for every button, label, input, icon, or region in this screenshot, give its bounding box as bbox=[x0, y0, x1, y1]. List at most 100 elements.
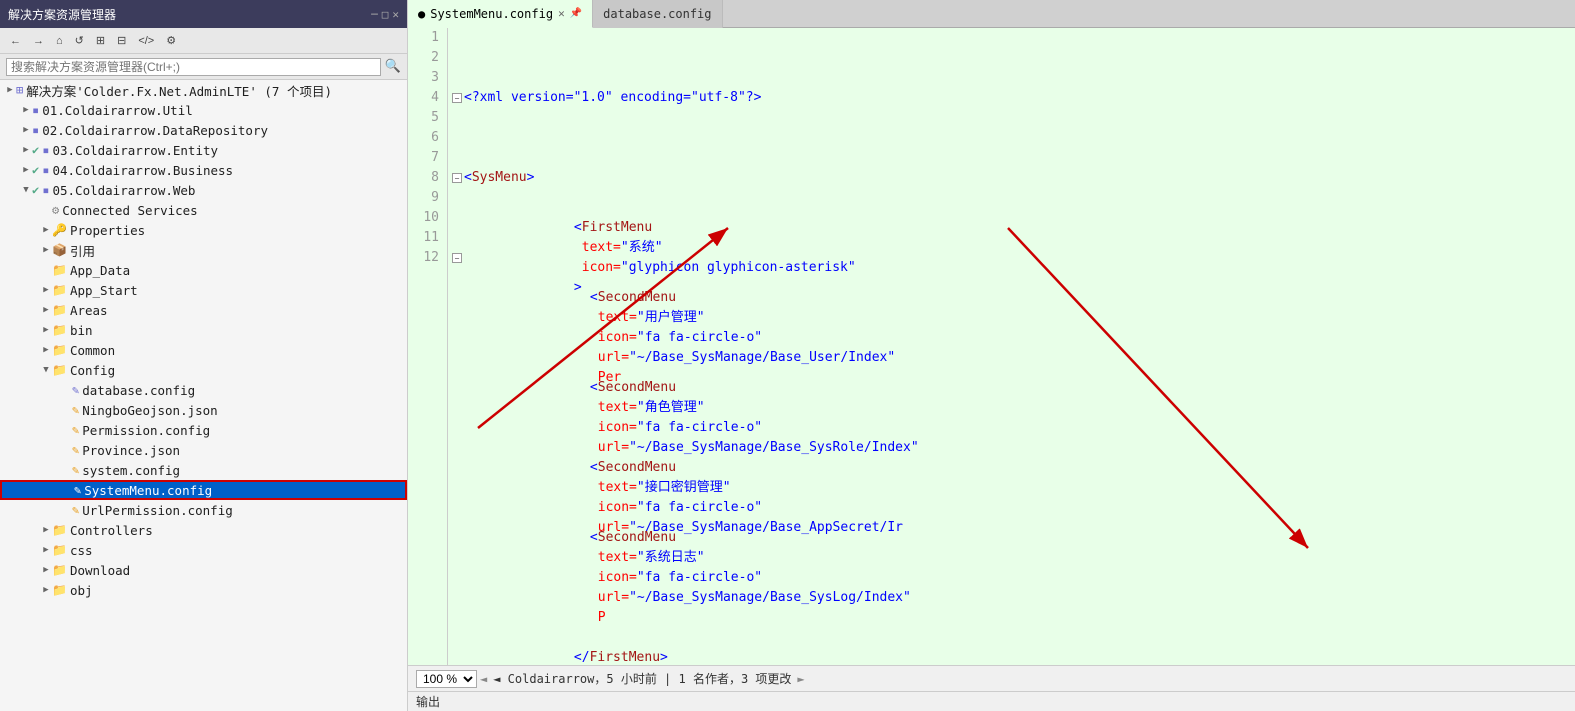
close-icon[interactable]: ✕ bbox=[392, 8, 399, 21]
tree-item-02[interactable]: ▪ 02.Coldairarrow.DataRepository bbox=[0, 120, 407, 140]
tree-item-ningbo[interactable]: ✎ NingboGeojson.json bbox=[0, 400, 407, 420]
tab-database[interactable]: database.config bbox=[593, 0, 722, 28]
pin-icon[interactable]: ─ bbox=[371, 8, 378, 21]
tree-item-common[interactable]: 📁 Common bbox=[0, 340, 407, 360]
settings-button[interactable]: ⚙ bbox=[162, 32, 180, 49]
linenum-2: 2 bbox=[416, 48, 439, 68]
arrow-config bbox=[40, 365, 52, 375]
folder-icon-common: 📁 bbox=[52, 343, 67, 357]
collapse-1[interactable]: − bbox=[452, 93, 462, 103]
file-icon-02: ▪ bbox=[32, 123, 39, 137]
tree-item-database-config[interactable]: ✎ database.config bbox=[0, 380, 407, 400]
code-line-6: <SecondMenu text="接口密钥管理" icon="fa fa-ci… bbox=[452, 488, 1571, 508]
search-icon[interactable]: 🔍 bbox=[385, 59, 401, 74]
tree-item-connected[interactable]: ⚙ Connected Services bbox=[0, 200, 407, 220]
label-04: 04.Coldairarrow.Business bbox=[52, 163, 233, 178]
code-line-2: − <SysMenu> bbox=[452, 168, 1571, 188]
tree-item-system-config[interactable]: ✎ system.config bbox=[0, 460, 407, 480]
label-bin: bin bbox=[70, 323, 93, 338]
sidebar: 解决方案资源管理器 ─ □ ✕ ← → ⌂ ↺ ⊞ ⊟ </> ⚙ 🔍 ⊞ 解决… bbox=[0, 0, 408, 711]
solution-icon: ⊞ bbox=[16, 83, 23, 97]
tree-item-systemmenu-config[interactable]: ✎ SystemMenu.config bbox=[0, 480, 407, 500]
code-lines[interactable]: − <?xml version="1.0" encoding="utf-8"?>… bbox=[448, 28, 1575, 665]
collapse-3[interactable]: − bbox=[452, 253, 462, 263]
tree-item-permission-config[interactable]: ✎ Permission.config bbox=[0, 420, 407, 440]
connected-icon: ⚙ bbox=[52, 203, 59, 217]
tree-item-properties[interactable]: 🔑 Properties bbox=[0, 220, 407, 240]
code-line-1: − <?xml version="1.0" encoding="utf-8"?> bbox=[452, 88, 1571, 108]
tree-item-areas[interactable]: 📁 Areas bbox=[0, 300, 407, 320]
arrow-04 bbox=[20, 165, 32, 175]
label-properties: Properties bbox=[70, 223, 145, 238]
zoom-select[interactable]: 100 % bbox=[416, 670, 477, 688]
label-urlpermission: UrlPermission.config bbox=[82, 503, 233, 518]
tree-item-04[interactable]: ✔ ▪ 04.Coldairarrow.Business bbox=[0, 160, 407, 180]
label-connected: Connected Services bbox=[62, 203, 197, 218]
float-icon[interactable]: □ bbox=[382, 8, 389, 21]
refresh-button[interactable]: ↺ bbox=[71, 32, 88, 49]
sidebar-header: 解决方案资源管理器 ─ □ ✕ bbox=[0, 0, 407, 28]
tree-item-download[interactable]: 📁 Download bbox=[0, 560, 407, 580]
linenum-4: 4 bbox=[416, 88, 439, 108]
code-line-3: − <FirstMenu text="系统" icon="glyphicon g… bbox=[452, 248, 1571, 268]
home-button[interactable]: ⌂ bbox=[52, 33, 67, 49]
linenum-3: 3 bbox=[416, 68, 439, 88]
label-system-config: system.config bbox=[82, 463, 180, 478]
tab-pin-icon[interactable]: 📌 bbox=[570, 8, 582, 19]
tab-close-systemmenu[interactable]: ✕ bbox=[558, 7, 565, 20]
back-button[interactable]: ← bbox=[6, 33, 25, 49]
file-icon-ningbo: ✎ bbox=[72, 403, 79, 417]
linenum-9: 9 bbox=[416, 188, 439, 208]
arrow-ref bbox=[40, 245, 52, 255]
tree-item-config[interactable]: 📁 Config bbox=[0, 360, 407, 380]
tree-item-solution[interactable]: ⊞ 解决方案'Colder.Fx.Net.AdminLTE' (7 个项目) bbox=[0, 80, 407, 100]
tab-bar: ● SystemMenu.config ✕ 📌 database.config bbox=[408, 0, 1575, 28]
label-permission-config: Permission.config bbox=[82, 423, 210, 438]
sidebar-title: 解决方案资源管理器 bbox=[8, 6, 116, 23]
status-arrow-right: ► bbox=[797, 672, 804, 686]
linenum-6: 6 bbox=[416, 128, 439, 148]
tab-label-systemmenu: SystemMenu.config bbox=[430, 7, 553, 21]
code-button[interactable]: </> bbox=[134, 33, 158, 49]
tree-item-01[interactable]: ▪ 01.Coldairarrow.Util bbox=[0, 100, 407, 120]
tree-item-obj[interactable]: 📁 obj bbox=[0, 580, 407, 600]
file-icon-database-config: ✎ bbox=[72, 383, 79, 397]
copy-button[interactable]: ⊞ bbox=[92, 32, 109, 49]
tree-item-03[interactable]: ✔ ▪ 03.Coldairarrow.Entity bbox=[0, 140, 407, 160]
tree-item-05[interactable]: ✔ ▪ 05.Coldairarrow.Web bbox=[0, 180, 407, 200]
code-line-7-text: <SecondMenu text="系统日志" icon="fa fa-circ… bbox=[464, 508, 911, 648]
collapse-2[interactable]: − bbox=[452, 173, 462, 183]
search-input[interactable] bbox=[6, 58, 381, 76]
sidebar-toolbar: ← → ⌂ ↺ ⊞ ⊟ </> ⚙ bbox=[0, 28, 407, 54]
line-numbers: 1 2 3 4 5 6 7 8 9 10 11 12 bbox=[408, 28, 448, 665]
linenum-12: 12 bbox=[416, 248, 439, 268]
tree-item-bin[interactable]: 📁 bin bbox=[0, 320, 407, 340]
linenum-11: 11 bbox=[416, 228, 439, 248]
linenum-10: 10 bbox=[416, 208, 439, 228]
tree-item-appdata[interactable]: 📁 App_Data bbox=[0, 260, 407, 280]
tab-systemmenu[interactable]: ● SystemMenu.config ✕ 📌 bbox=[408, 0, 593, 28]
tree-item-ref[interactable]: 📦 引用 bbox=[0, 240, 407, 260]
label-database-config: database.config bbox=[82, 383, 195, 398]
file-icon-province: ✎ bbox=[72, 443, 79, 457]
tree-item-province[interactable]: ✎ Province.json bbox=[0, 440, 407, 460]
forward-button[interactable]: → bbox=[29, 33, 48, 49]
linenum-5: 5 bbox=[416, 108, 439, 128]
view-toggle-button[interactable]: ⊟ bbox=[113, 32, 130, 49]
label-config: Config bbox=[70, 363, 115, 378]
folder-icon-css: 📁 bbox=[52, 543, 67, 557]
tree-item-controllers[interactable]: 📁 Controllers bbox=[0, 520, 407, 540]
tree-item-urlpermission[interactable]: ✎ UrlPermission.config bbox=[0, 500, 407, 520]
label-common: Common bbox=[70, 343, 115, 358]
editor-content[interactable]: 1 2 3 4 5 6 7 8 9 10 11 12 − <?xml versi… bbox=[408, 28, 1575, 665]
arrow-properties bbox=[40, 225, 52, 235]
tree-item-appstart[interactable]: 📁 App_Start bbox=[0, 280, 407, 300]
code-line-1-text: <?xml version="1.0" encoding="utf-8"?> bbox=[464, 88, 761, 108]
check-icon-04: ✔ bbox=[32, 163, 39, 177]
tree-item-css[interactable]: 📁 css bbox=[0, 540, 407, 560]
file-icon-04: ▪ bbox=[42, 163, 49, 177]
code-line-2-text: <SysMenu> bbox=[464, 168, 534, 188]
label-03: 03.Coldairarrow.Entity bbox=[52, 143, 218, 158]
label-css: css bbox=[70, 543, 93, 558]
label-province: Province.json bbox=[82, 443, 180, 458]
